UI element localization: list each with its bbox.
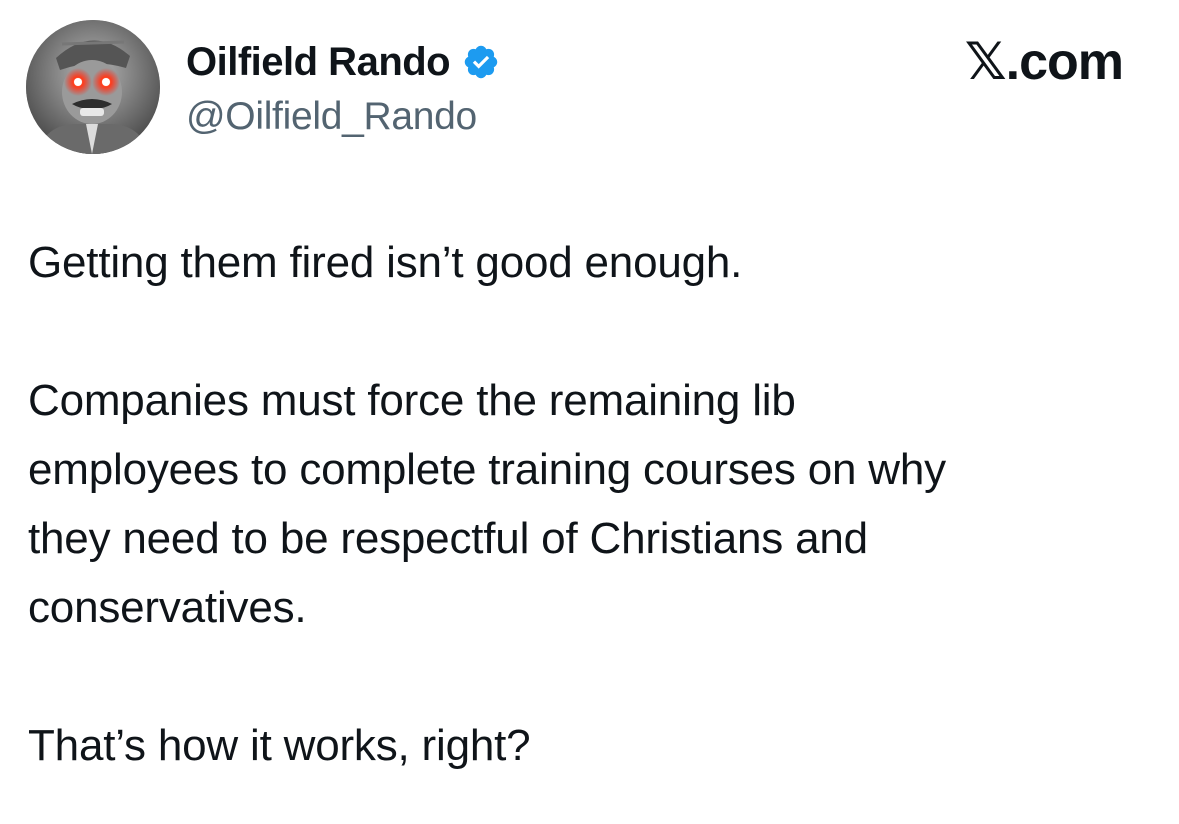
tweet-paragraph-2-line-1: Companies must force the remaining lib bbox=[28, 376, 796, 425]
avatar[interactable] bbox=[26, 20, 160, 154]
tweet-paragraph-1: Getting them fired isn’t good enough. bbox=[28, 238, 743, 287]
verified-badge-icon bbox=[464, 45, 498, 79]
author-block: Oilfield Rando @Oilfield_Rando bbox=[186, 36, 500, 142]
author-handle[interactable]: @Oilfield_Rando bbox=[186, 92, 500, 142]
tweet-paragraph-2-line-4: conservatives. bbox=[28, 583, 307, 632]
avatar-photo-icon bbox=[26, 20, 160, 154]
display-name-row: Oilfield Rando bbox=[186, 36, 500, 88]
x-com-watermark: 𝕏.com bbox=[964, 33, 1124, 91]
tweet-paragraph-2-line-3: they need to be respectful of Christians… bbox=[28, 514, 868, 563]
tweet-paragraph-3: That’s how it works, right? bbox=[28, 721, 531, 770]
display-name[interactable]: Oilfield Rando bbox=[186, 36, 451, 88]
tweet-text: Getting them fired isn’t good enough. Co… bbox=[28, 228, 1148, 780]
tweet-paragraph-2-line-2: employees to complete training courses o… bbox=[28, 445, 946, 494]
tweet-card: Oilfield Rando @Oilfield_Rando 𝕏.com Get… bbox=[0, 0, 1179, 824]
